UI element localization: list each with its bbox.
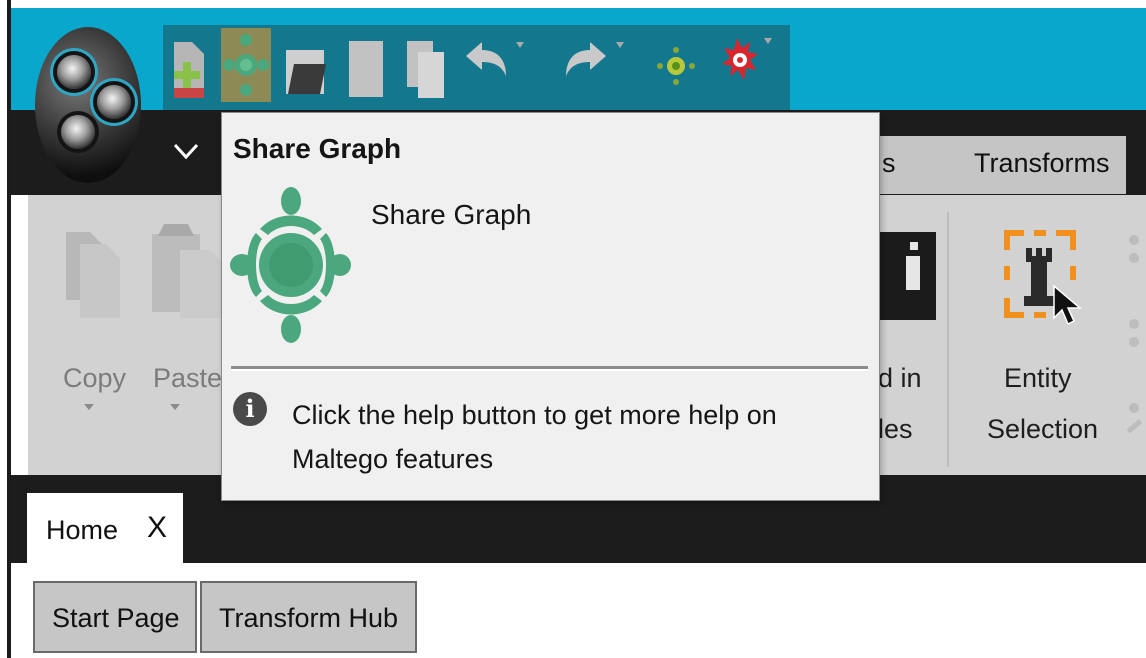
copy-dropdown-icon[interactable]: [84, 404, 94, 410]
redo-icon[interactable]: [562, 38, 630, 88]
tab-transform-hub-label: Transform Hub: [219, 603, 399, 633]
tab-partial-label: s: [882, 148, 896, 178]
tab-start-page[interactable]: Start Page: [33, 581, 197, 653]
app-menu-orb-icon[interactable]: [35, 27, 141, 183]
window-left-border: [0, 0, 11, 658]
paste-icon: [150, 216, 230, 320]
orb-eye-icon: [61, 115, 95, 149]
new-graph-icon[interactable]: [170, 38, 210, 100]
tooltip-separator: [231, 366, 868, 371]
tab-transforms-label: Transforms: [974, 148, 1110, 178]
undo-icon[interactable]: [462, 38, 530, 88]
share-graph-large-icon: [230, 185, 352, 345]
share-graph-icon: [223, 34, 269, 96]
copy-icon: [62, 222, 126, 320]
run-transform-icon[interactable]: [656, 44, 696, 88]
tab-transform-hub[interactable]: Transform Hub: [200, 581, 417, 653]
tooltip-help-text: Click the help button to get more help o…: [292, 400, 777, 474]
tab-start-page-label: Start Page: [52, 603, 180, 633]
tab-transforms[interactable]: s Transforms: [876, 136, 1126, 194]
open-icon[interactable]: [284, 40, 328, 98]
info-icon: i: [233, 392, 267, 426]
ribbon-overflow-icon: [1122, 228, 1146, 458]
entity-selection-line2[interactable]: Selection: [987, 414, 1098, 445]
entity-selection-line1[interactable]: Entity: [1004, 363, 1072, 394]
tab-home[interactable]: Home X: [27, 493, 183, 565]
close-icon[interactable]: X: [147, 511, 167, 545]
save-icon[interactable]: [346, 38, 386, 100]
orb-eye-icon: [97, 85, 131, 119]
tooltip-title: Share Graph: [233, 133, 402, 164]
paste-button[interactable]: Paste: [153, 363, 222, 394]
copy-button[interactable]: Copy: [63, 363, 126, 394]
tooltip-command-name: Share Graph: [371, 199, 532, 230]
find-in-files-line1[interactable]: d in: [878, 363, 922, 394]
share-graph-button[interactable]: [221, 28, 271, 102]
paste-dropdown-icon[interactable]: [170, 404, 180, 410]
bug-icon[interactable]: [712, 34, 778, 92]
find-in-files-line2[interactable]: les: [878, 414, 913, 445]
save-all-icon[interactable]: [404, 38, 448, 100]
share-graph-tooltip: Share Graph Share Graph i Click the help…: [221, 112, 880, 501]
find-in-files-icon: [880, 232, 936, 322]
app-menu-chevron-down-icon[interactable]: [172, 137, 200, 167]
ribbon-separator: [947, 212, 949, 467]
orb-eye-icon: [57, 55, 91, 89]
entity-selection-icon: [1000, 226, 1090, 330]
tab-home-label: Home: [46, 515, 119, 545]
